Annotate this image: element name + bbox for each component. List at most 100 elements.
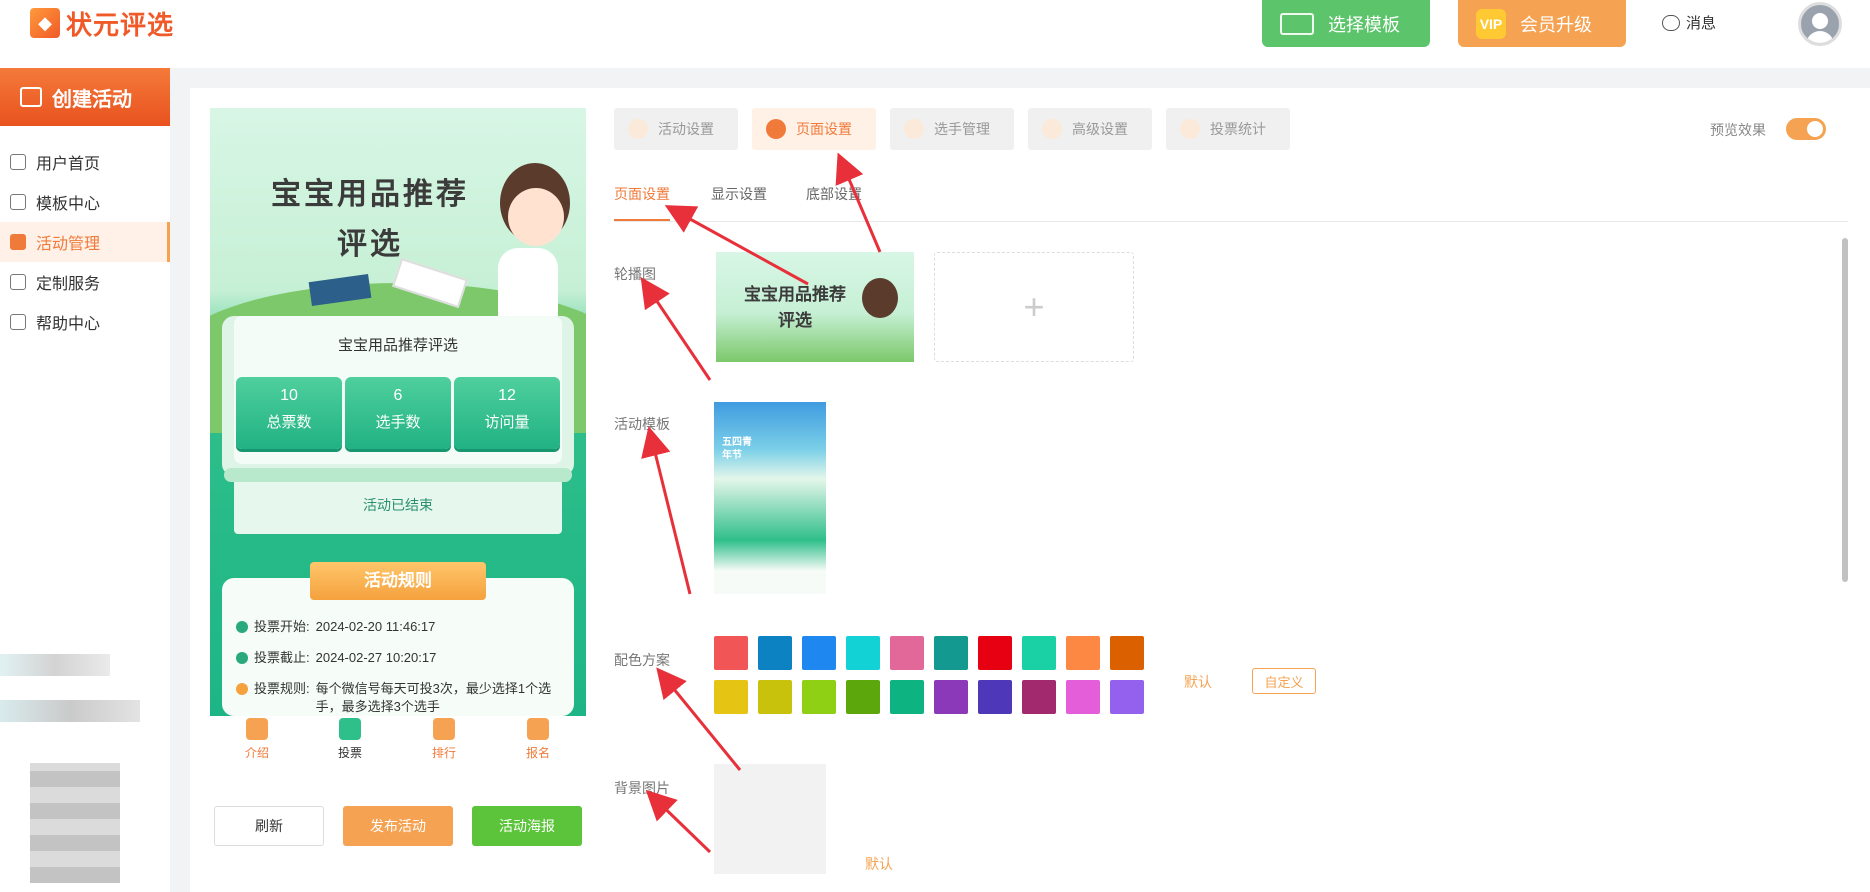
refresh-button[interactable]: 刷新 <box>214 806 324 846</box>
sidebar-item-home[interactable]: 用户首页 <box>0 142 170 182</box>
clock-icon <box>236 652 248 664</box>
help-icon <box>10 314 26 330</box>
blurred-text <box>0 654 110 676</box>
sidebar-item-templates[interactable]: 模板中心 <box>0 182 170 222</box>
tab-page-settings[interactable]: 页面设置 <box>752 108 876 150</box>
color-swatch[interactable] <box>934 636 968 670</box>
tab-signup[interactable]: 报名 <box>508 718 568 761</box>
activity-ended-banner: 活动已结束 <box>224 468 572 534</box>
tools-icon <box>10 274 26 290</box>
stat-total-votes: 10 总票数 <box>236 377 342 449</box>
subtab-active-underline <box>614 219 670 221</box>
logo-text: 状元评选 <box>66 9 175 40</box>
activity-poster-button[interactable]: 活动海报 <box>472 806 582 846</box>
color-swatch[interactable] <box>890 680 924 714</box>
color-swatch[interactable] <box>1110 636 1144 670</box>
signup-icon <box>527 718 549 740</box>
color-swatch[interactable] <box>1022 636 1056 670</box>
tab-activity-settings[interactable]: 活动设置 <box>614 108 738 150</box>
child-illustration <box>862 278 898 318</box>
stat-value: 10 <box>280 387 298 404</box>
info-icon <box>236 683 248 695</box>
create-activity-button[interactable]: 创建活动 <box>0 68 170 126</box>
add-carousel-image-button[interactable]: + <box>934 252 1134 362</box>
plus-icon: + <box>1023 286 1045 327</box>
color-swatch[interactable] <box>846 636 880 670</box>
preview-title: 宝宝用品推荐评选 <box>271 178 469 261</box>
tab-label: 介绍 <box>244 746 269 760</box>
statistics-icon <box>1180 119 1200 139</box>
color-swatch[interactable] <box>934 680 968 714</box>
color-custom-button[interactable]: 自定义 <box>1252 668 1316 694</box>
rule-label: 投票截止: <box>254 650 310 665</box>
color-swatch[interactable] <box>1066 636 1100 670</box>
rules-title: 活动规则 <box>310 562 486 600</box>
color-swatch[interactable] <box>1110 680 1144 714</box>
color-swatch[interactable] <box>1022 680 1056 714</box>
user-avatar[interactable] <box>1798 2 1842 46</box>
ticket-icon <box>10 234 26 250</box>
color-swatch[interactable] <box>714 680 748 714</box>
color-swatch[interactable] <box>758 680 792 714</box>
color-swatch[interactable] <box>802 636 836 670</box>
background-default-button[interactable]: 默认 <box>865 854 893 874</box>
tab-label: 报名 <box>525 746 550 760</box>
settings-scrollbar[interactable] <box>1842 238 1848 582</box>
vote-icon <box>339 718 361 740</box>
color-swatch[interactable] <box>846 680 880 714</box>
color-default-button[interactable]: 默认 <box>1184 672 1212 692</box>
users-icon <box>904 119 924 139</box>
stat-value: 12 <box>498 387 516 404</box>
sidebar-item-label: 定制服务 <box>36 276 101 293</box>
template-thumbnail-text: 五四青年节 <box>722 437 752 461</box>
tab-contestant-management[interactable]: 选手管理 <box>890 108 1014 150</box>
tab-label: 高级设置 <box>1072 121 1128 137</box>
rule-voting: 投票规则: 每个微信号每天可投3次，最少选择1个选手，最多选择3个选手 <box>236 680 566 716</box>
tab-label: 页面设置 <box>796 121 852 137</box>
trophy-icon <box>433 718 455 740</box>
tab-ranking[interactable]: 排行 <box>414 718 474 761</box>
stat-visits: 12 访问量 <box>454 377 560 449</box>
color-scheme-label: 配色方案 <box>614 652 670 668</box>
color-swatch[interactable] <box>978 680 1012 714</box>
subtab-page-settings[interactable]: 页面设置 <box>614 184 670 204</box>
tab-label: 选手管理 <box>934 121 990 137</box>
logo[interactable]: ◆ 状元评选 <box>30 6 174 40</box>
stat-label: 选手数 <box>375 414 421 431</box>
tab-vote[interactable]: 投票 <box>320 718 380 761</box>
select-template-button[interactable]: 选择模板 <box>1262 0 1430 47</box>
publish-activity-button[interactable]: 发布活动 <box>343 806 453 846</box>
template-icon <box>10 194 26 210</box>
color-swatch[interactable] <box>802 680 836 714</box>
messages-link[interactable]: 消息 <box>1662 12 1716 33</box>
color-swatch[interactable] <box>714 636 748 670</box>
sidebar-item-label: 帮助中心 <box>36 316 101 333</box>
preview-toggle[interactable] <box>1786 118 1826 140</box>
tab-advanced-settings[interactable]: 高级设置 <box>1028 108 1152 150</box>
tab-intro[interactable]: 介绍 <box>227 718 287 761</box>
create-icon <box>20 87 42 107</box>
activity-template-thumbnail[interactable] <box>714 402 826 594</box>
color-swatch[interactable] <box>1066 680 1100 714</box>
subtab-display-settings[interactable]: 显示设置 <box>711 184 767 204</box>
clock-icon <box>236 621 248 633</box>
tab-vote-statistics[interactable]: 投票统计 <box>1166 108 1290 150</box>
carousel-image-text: 宝宝用品推荐评选 <box>744 285 846 330</box>
vip-badge-icon: VIP <box>1476 8 1506 39</box>
subtab-footer-settings[interactable]: 底部设置 <box>806 184 862 204</box>
sidebar-item-label: 活动管理 <box>36 236 101 253</box>
vip-upgrade-button[interactable]: VIP 会员升级 <box>1458 0 1626 47</box>
sidebar-item-help[interactable]: 帮助中心 <box>0 302 170 342</box>
sidebar-item-custom-service[interactable]: 定制服务 <box>0 262 170 302</box>
background-image-upload[interactable] <box>714 764 826 874</box>
template-icon <box>1280 12 1314 35</box>
color-swatch[interactable] <box>978 636 1012 670</box>
home-icon <box>10 154 26 170</box>
page-icon <box>766 119 786 139</box>
rule-start: 投票开始: 2024-02-20 11:46:17 <box>236 618 566 636</box>
color-swatch[interactable] <box>890 636 924 670</box>
color-swatch[interactable] <box>758 636 792 670</box>
blurred-qr-code <box>30 763 120 883</box>
messages-label: 消息 <box>1686 15 1717 32</box>
sidebar-item-activity-management[interactable]: 活动管理 <box>0 222 170 262</box>
